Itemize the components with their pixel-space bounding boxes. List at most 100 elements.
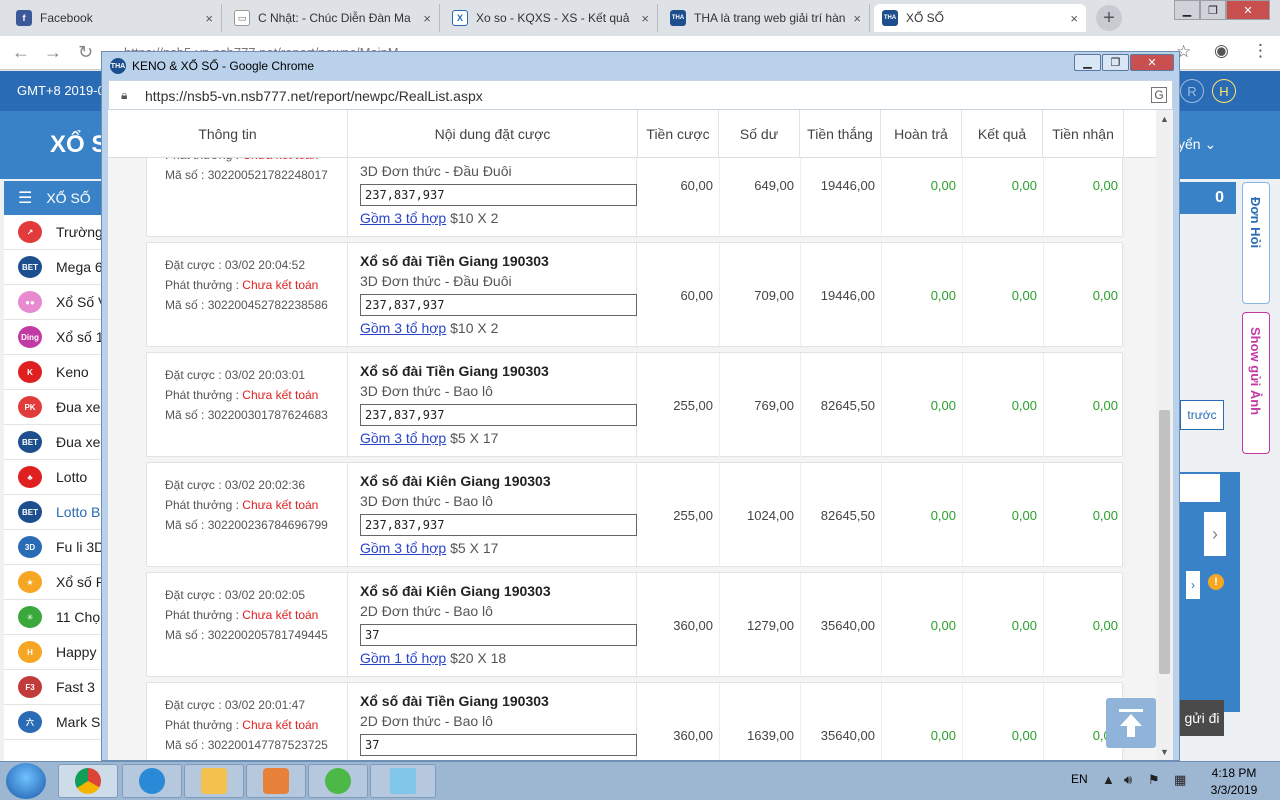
combo-link[interactable]: Gồm 3 tổ hợp (360, 430, 446, 446)
combo-link[interactable]: Gồm 3 tổ hợp (360, 210, 446, 226)
float-upload-box[interactable]: Show gửi Ảnh (1242, 312, 1270, 454)
scroll-up-icon[interactable]: ▲ (1156, 110, 1173, 127)
scroll-to-top-button[interactable] (1106, 698, 1156, 748)
popup-close-button[interactable]: ✕ (1130, 54, 1174, 71)
sidebar-item[interactable]: BET Đua xe (4, 425, 104, 460)
volume-icon[interactable]: 🔊︎ (1124, 772, 1132, 788)
input-language[interactable]: EN (1071, 772, 1088, 786)
scroll-down-icon[interactable]: ▼ (1156, 743, 1173, 760)
sidebar-item[interactable]: BET Mega 6/ (4, 250, 104, 285)
menu-icon[interactable]: ⋮ (1252, 41, 1269, 61)
sidebar-item[interactable]: BET Lotto B (4, 495, 104, 530)
tab-tha-home[interactable]: THA THA là trang web giải trí hàn × (662, 4, 870, 32)
restore-icon[interactable]: ❐ (1102, 54, 1129, 71)
sidebar-item[interactable]: F3 Fast 3 (4, 670, 104, 705)
hamburger-icon[interactable]: ☰ (18, 188, 32, 208)
float-inquiry-box[interactable]: Đơn Hỏi (1242, 182, 1270, 304)
sidebar-item[interactable]: 3D Fu li 3D (4, 530, 104, 565)
payout-status: Phát thưởng : Chưa kết toán (165, 715, 328, 735)
reload-icon[interactable]: ↻ (78, 42, 93, 63)
register-button[interactable]: R (1180, 79, 1204, 103)
window-close-button[interactable]: ✕ (1226, 0, 1270, 20)
close-icon[interactable]: × (423, 11, 431, 26)
sidebar-item[interactable]: 六 Mark Si (4, 705, 104, 740)
sidebar-item-label: 11 Chọn (56, 609, 104, 625)
bet-content: Xổ số đài Tiền Giang 190303 3D Đơn thức -… (347, 243, 637, 348)
cell-received: 0,00 (1044, 158, 1125, 238)
translate-icon[interactable]: G (1151, 87, 1167, 103)
status-label: Phát thưởng : (165, 158, 242, 162)
popup-url[interactable]: https://nsb5-vn.nsb777.net/report/newpc/… (145, 88, 483, 104)
sidebar-item[interactable]: Ding Xổ số 1 (4, 320, 104, 355)
help-button[interactable]: H (1212, 79, 1236, 103)
combo-detail: $5 X 17 (446, 540, 499, 556)
coccoc-taskbar-button[interactable] (308, 764, 368, 798)
sidebar-item[interactable]: ●● Xổ Số V (4, 285, 104, 320)
bet-numbers-field[interactable]: 37 (360, 624, 637, 646)
media-taskbar-button[interactable] (246, 764, 306, 798)
side-input-field[interactable] (1180, 474, 1220, 502)
sidebar-header[interactable]: ☰ XỔ SỐ (4, 181, 104, 215)
cell-bet: 360,00 (639, 573, 720, 678)
new-tab-button[interactable]: + (1096, 5, 1122, 31)
status-badge: Chưa kết toán (242, 388, 319, 402)
forward-icon[interactable]: → (44, 42, 62, 63)
combo-link[interactable]: Gồm 3 tổ hợp (360, 540, 446, 556)
close-icon[interactable]: × (1070, 11, 1078, 26)
close-icon[interactable]: × (641, 11, 649, 26)
restore-icon[interactable]: ❐ (1200, 0, 1226, 20)
sidebar-item[interactable]: H Happy 1 (4, 635, 104, 670)
bet-numbers-field[interactable]: 237,837,937 (360, 184, 637, 206)
bet-numbers-field[interactable]: 237,837,937 (360, 294, 637, 316)
tab-xoso-results[interactable]: X Xo so - KQXS - XS - Kết quả × (444, 4, 658, 32)
tab-forum[interactable]: ▭ C Nhật: - Chúc Diễn Đàn Ma × (226, 4, 440, 32)
sidebar-item[interactable]: ↗ Trường (4, 215, 104, 250)
flag-icon[interactable]: ⚑ (1148, 772, 1160, 788)
chevron-right-icon[interactable]: › (1186, 571, 1200, 599)
placed-time: Đặt cược : 03/02 20:02:05 (165, 585, 328, 605)
tab-facebook[interactable]: f Facebook × (8, 4, 222, 32)
close-icon[interactable]: × (205, 11, 213, 26)
explorer-taskbar-button[interactable] (184, 764, 244, 798)
combo-link[interactable]: Gồm 1 tổ hợp (360, 650, 446, 666)
sidebar-item[interactable]: PK Đua xe (4, 390, 104, 425)
network-icon[interactable]: ▦ (1174, 772, 1186, 788)
site-logo: XỔ S (50, 131, 108, 158)
previous-button[interactable]: trước (1180, 400, 1224, 430)
sidebar-item[interactable]: ★ Xổ số P (4, 565, 104, 600)
bet-numbers-field[interactable]: 237,837,937 (360, 404, 637, 426)
bet-numbers-field[interactable]: 37 (360, 734, 637, 756)
table-row: Đặt cược : 03/02 20:03:01 Phát thưởng : C… (146, 352, 1125, 458)
ie-taskbar-button[interactable] (122, 764, 182, 798)
bet-combo: Gồm 3 tổ hợp $10 X 2 (360, 210, 636, 226)
lock-icon: 🔒︎ (121, 88, 128, 102)
sidebar-item[interactable]: ✳ 11 Chọn (4, 600, 104, 635)
cell-refund: 0,00 (882, 243, 963, 348)
minimize-icon[interactable]: ▁ (1074, 54, 1101, 71)
sidebar-item[interactable]: K Keno (4, 355, 104, 390)
tab-xoso-active[interactable]: THA XỔ SỐ × (874, 4, 1086, 32)
bet-rows: Phát thưởng : Chưa kết toánMã số : 30220… (108, 158, 1156, 760)
popup-titlebar[interactable]: THA KENO & XỔ SỐ - Google Chrome ▁ ❐ ✕ (102, 52, 1179, 80)
popup-scrollbar[interactable]: ▲ ▼ (1156, 110, 1173, 760)
sidebar-item[interactable]: ♣ Lotto (4, 460, 104, 495)
send-button[interactable]: gửi đi (1180, 700, 1224, 736)
start-button[interactable] (6, 763, 46, 799)
chrome-taskbar-button[interactable] (58, 764, 118, 798)
tray-up-icon[interactable]: ▲ (1102, 772, 1115, 787)
profile-icon[interactable]: ◉ (1214, 41, 1229, 61)
payout-status: Phát thưởng : Chưa kết toán (165, 605, 328, 625)
facebook-icon: f (16, 10, 32, 26)
chevron-right-icon[interactable]: › (1204, 512, 1226, 556)
bet-numbers-field[interactable]: 237,837,937 (360, 514, 637, 536)
placed-label: Đặt cược : (165, 258, 225, 272)
code-value: 302200147787523725 (207, 738, 328, 752)
combo-link[interactable]: Gồm 3 tổ hợp (360, 320, 446, 336)
warning-icon: ! (1208, 574, 1224, 590)
close-icon[interactable]: × (853, 11, 861, 26)
scroll-thumb[interactable] (1159, 410, 1170, 674)
back-icon[interactable]: ← (12, 42, 30, 63)
language-selector[interactable]: yển ⌄ (1178, 136, 1216, 153)
notes-taskbar-button[interactable] (370, 764, 436, 798)
minimize-icon[interactable]: ▁ (1174, 0, 1200, 20)
